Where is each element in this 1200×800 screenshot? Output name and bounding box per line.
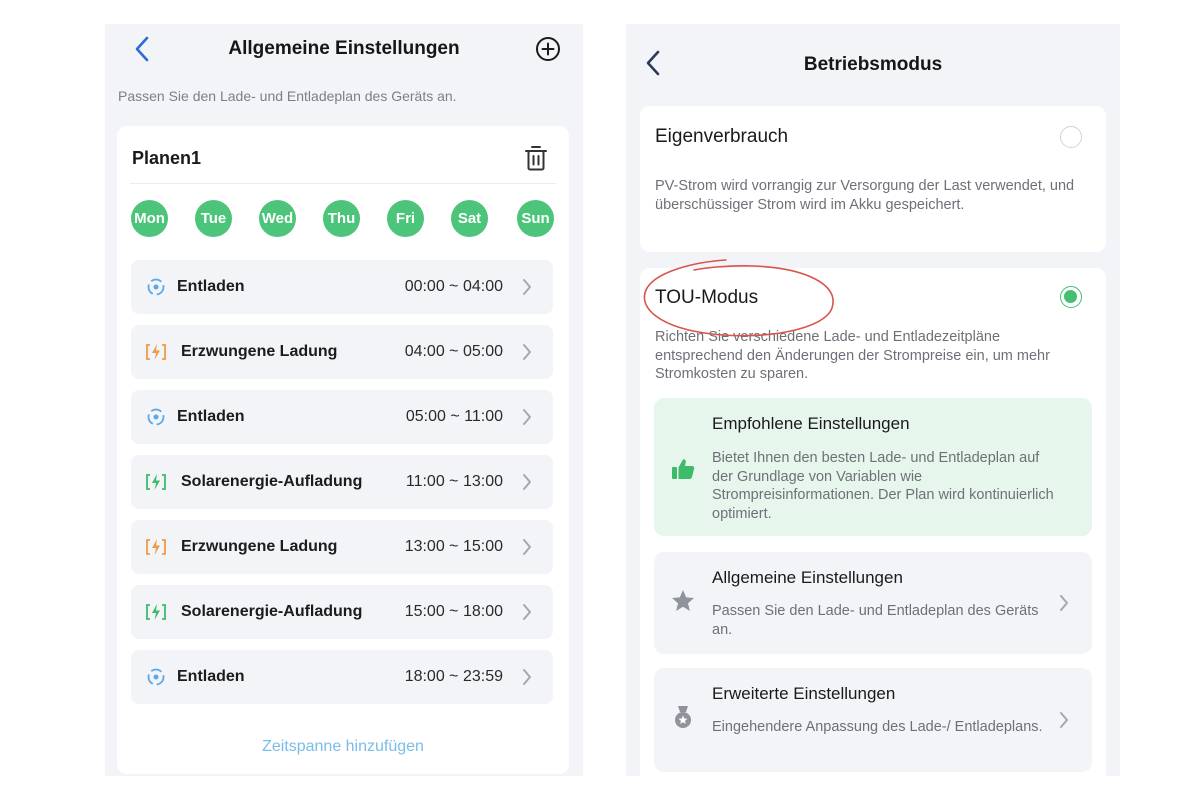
solar-charge-icon [146, 474, 166, 490]
solar-charge-icon [146, 604, 166, 620]
badge-icon [675, 706, 691, 728]
time-slot-row[interactable]: Entladen 00:00 ~ 04:00 [131, 260, 553, 314]
option-title: Erweiterte Einstellungen [712, 684, 896, 703]
operating-mode-screen: Betriebsmodus Eigenverbrauch PV-Strom wi… [626, 24, 1120, 776]
page-title: Betriebsmodus [803, 54, 943, 75]
slot-time: 18:00 ~ 23:59 [404, 668, 503, 685]
weekday-selector: Mon Tue Wed Thu Fri Sat Sun [131, 200, 555, 240]
option-description: Passen Sie den Lade- und Entladeplan des… [712, 603, 1039, 638]
plus-circle-icon [536, 37, 560, 61]
plan-card: Planen1 Mon Tue Wed Thu Fri Sat Sun Entl… [117, 126, 569, 774]
chevron-right-icon [523, 344, 531, 360]
delete-plan-button[interactable] [523, 144, 549, 172]
header: Allgemeine Einstellungen [105, 24, 583, 74]
plan-name: Planen1 [132, 148, 202, 168]
trash-icon [525, 146, 547, 171]
day-sat[interactable]: Sat [451, 200, 488, 237]
slot-label: Erzwungene Ladung [181, 538, 338, 555]
discharge-icon [147, 278, 165, 296]
discharge-icon [147, 668, 165, 686]
slot-time: 11:00 ~ 13:00 [405, 473, 503, 490]
slot-label: Entladen [177, 668, 245, 685]
page-title: Allgemeine Einstellungen [228, 38, 460, 59]
mode-card-eigenverbrauch[interactable]: Eigenverbrauch PV-Strom wird vorrangig z… [640, 106, 1106, 252]
chevron-right-icon [523, 474, 531, 490]
slot-time: 04:00 ~ 05:00 [404, 343, 503, 360]
add-time-slot-link[interactable]: Zeitspanne hinzufügen [117, 738, 569, 756]
time-slot-row[interactable]: Entladen 18:00 ~ 23:59 [131, 650, 553, 704]
time-slot-row[interactable]: Solarenergie-Aufladung 11:00 ~ 13:00 [131, 455, 553, 509]
mode-radio[interactable] [1060, 126, 1082, 148]
page-subtitle: Passen Sie den Lade- und Entladeplan des… [118, 88, 457, 104]
advanced-settings-option[interactable]: Erweiterte Einstellungen Eingehendere An… [654, 668, 1092, 772]
header: Betriebsmodus [626, 24, 1120, 104]
forced-charge-icon [146, 344, 166, 360]
slot-time: 00:00 ~ 04:00 [404, 278, 503, 295]
option-title: Empfohlene Einstellungen [712, 414, 910, 433]
day-tue[interactable]: Tue [195, 200, 232, 237]
chevron-right-icon [523, 279, 531, 295]
day-thu[interactable]: Thu [323, 200, 360, 237]
recommended-settings-option[interactable]: Empfohlene Einstellungen Bietet Ihnen de… [654, 398, 1092, 536]
general-settings-option[interactable]: Allgemeine Einstellungen Passen Sie den … [654, 552, 1092, 654]
star-icon [672, 590, 694, 611]
chevron-right-icon [1060, 595, 1068, 611]
option-title: Allgemeine Einstellungen [712, 568, 903, 587]
slot-label: Entladen [177, 408, 245, 425]
forced-charge-icon [146, 539, 166, 555]
slot-time: 13:00 ~ 15:00 [404, 538, 503, 555]
day-wed[interactable]: Wed [259, 200, 296, 237]
chevron-right-icon [1060, 712, 1068, 728]
thumbs-up-icon [672, 459, 695, 479]
mode-radio-selected[interactable] [1060, 286, 1082, 308]
mode-description: Richten Sie verschiedene Lade- und Entla… [655, 329, 1050, 382]
slot-time: 15:00 ~ 18:00 [404, 603, 503, 620]
option-description: Eingehendere Anpassung des Lade-/ Entlad… [712, 719, 1043, 735]
time-slot-row[interactable]: Erzwungene Ladung 04:00 ~ 05:00 [131, 325, 553, 379]
chevron-right-icon [523, 604, 531, 620]
mode-card-tou[interactable]: TOU-Modus Richten Sie verschiedene Lade-… [640, 268, 1106, 776]
chevron-right-icon [523, 539, 531, 555]
day-fri[interactable]: Fri [387, 200, 424, 237]
time-slot-row[interactable]: Solarenergie-Aufladung 15:00 ~ 18:00 [131, 585, 553, 639]
chevron-right-icon [523, 409, 531, 425]
slot-label: Solarenergie-Aufladung [181, 603, 363, 620]
discharge-icon [147, 408, 165, 426]
mode-name: Eigenverbrauch [655, 126, 789, 147]
mode-description: PV-Strom wird vorrangig zur Versorgung d… [655, 178, 1075, 213]
time-slot-row[interactable]: Entladen 05:00 ~ 11:00 [131, 390, 553, 444]
chevron-right-icon [523, 669, 531, 685]
slot-time: 05:00 ~ 11:00 [405, 408, 503, 425]
mode-name: TOU-Modus [655, 287, 759, 308]
option-description: Bietet Ihnen den besten Lade- und Entlad… [712, 450, 1054, 522]
slot-label: Entladen [177, 278, 245, 295]
day-mon[interactable]: Mon [131, 200, 168, 237]
time-slot-row[interactable]: Erzwungene Ladung 13:00 ~ 15:00 [131, 520, 553, 574]
general-settings-screen: Allgemeine Einstellungen Passen Sie den … [105, 24, 583, 776]
divider [130, 183, 556, 184]
add-plan-button[interactable] [535, 36, 561, 62]
slot-label: Erzwungene Ladung [181, 343, 338, 360]
slot-label: Solarenergie-Aufladung [181, 473, 363, 490]
day-sun[interactable]: Sun [517, 200, 554, 237]
